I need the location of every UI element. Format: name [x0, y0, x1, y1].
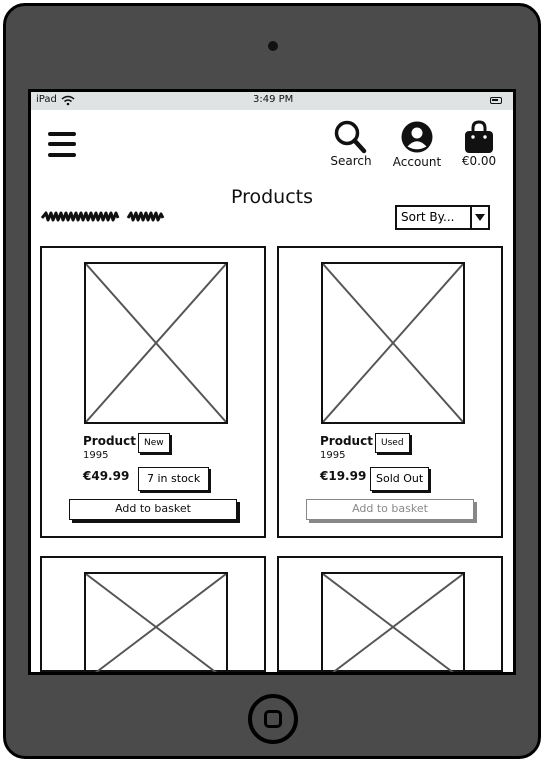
- battery-icon: [490, 97, 502, 104]
- product-card: [40, 556, 266, 672]
- stock-badge: 7 in stock: [138, 467, 210, 491]
- chevron-down-icon: [475, 214, 485, 221]
- placeholder-scribble-icon: [40, 211, 165, 222]
- account-button[interactable]: Account: [389, 120, 445, 169]
- product-image-placeholder-icon: [84, 572, 228, 672]
- search-button[interactable]: Search: [325, 120, 377, 168]
- add-to-basket-button-disabled: Add to basket: [306, 499, 474, 520]
- product-price: €49.99: [83, 469, 130, 483]
- condition-badge: New: [138, 433, 170, 453]
- product-card: Product Used 1995 €19.99 Sold Out Add to…: [277, 246, 503, 538]
- search-icon: [334, 120, 367, 154]
- camera-icon: [268, 41, 278, 51]
- product-image-placeholder-icon: [321, 262, 465, 424]
- product-name: Product: [83, 434, 136, 448]
- product-card: Product New 1995 €49.99 7 in stock Add t…: [40, 246, 266, 538]
- product-year: 1995: [83, 450, 109, 461]
- menu-icon: [48, 132, 76, 136]
- home-button[interactable]: [248, 694, 298, 744]
- wifi-icon: [61, 95, 75, 106]
- product-price: €19.99: [320, 469, 367, 483]
- product-image-placeholder-icon: [84, 262, 228, 424]
- basket-button[interactable]: €0.00: [455, 120, 503, 168]
- add-to-basket-button[interactable]: Add to basket: [69, 499, 237, 520]
- product-image-placeholder-icon: [321, 572, 465, 672]
- product-name: Product: [320, 434, 373, 448]
- screen: iPad 3:49 PM Search Account €0.00 Produc…: [28, 89, 516, 675]
- status-device: iPad: [36, 94, 57, 105]
- sort-select[interactable]: Sort By...: [395, 205, 490, 230]
- sort-divider: [470, 207, 472, 228]
- shopping-bag-icon: [465, 120, 493, 153]
- menu-icon-bar: [48, 142, 76, 146]
- condition-badge: Used: [375, 433, 410, 453]
- search-label: Search: [330, 154, 372, 168]
- status-time: 3:49 PM: [253, 94, 294, 105]
- menu-icon-bar: [48, 153, 76, 157]
- sort-select-value: Sort By...: [401, 210, 455, 224]
- status-bar: iPad 3:49 PM: [31, 92, 513, 110]
- home-square-icon: [264, 710, 282, 728]
- account-label: Account: [392, 155, 442, 169]
- account-icon: [401, 121, 433, 153]
- menu-button[interactable]: [48, 132, 76, 158]
- product-card: [277, 556, 503, 672]
- product-year: 1995: [320, 450, 346, 461]
- stock-badge: Sold Out: [370, 467, 430, 491]
- basket-total: €0.00: [461, 154, 497, 168]
